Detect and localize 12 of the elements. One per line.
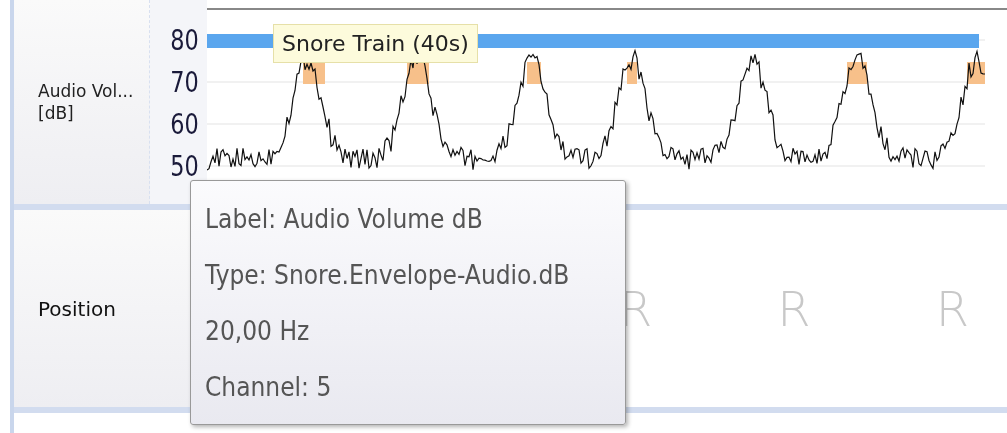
unit-label: [dB]: [38, 102, 75, 125]
axis-tick-label: 50: [170, 149, 199, 185]
tooltip-text: Label: Audio Volume dB: [205, 203, 484, 236]
axis-tick-label: 80: [170, 23, 199, 59]
tooltip-text: Type: Snore.Envelope-Audio.dB: [205, 259, 571, 292]
axis-tick-label: 70: [170, 65, 199, 101]
track-label: Audio Vol...: [38, 79, 135, 102]
track-label: Position: [38, 295, 117, 323]
event-label: Snore Train (40s): [273, 24, 478, 63]
tooltip-text: Channel: 5: [205, 371, 333, 404]
tooltip-text: 20,00 Hz: [205, 315, 311, 348]
axis-tick-label: 60: [170, 107, 199, 143]
